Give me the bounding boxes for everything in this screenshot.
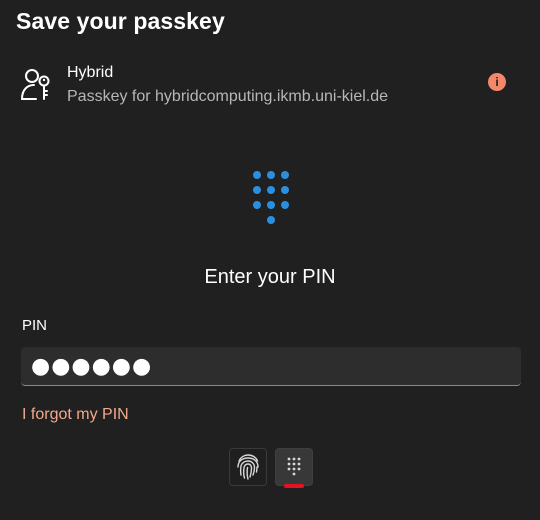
selected-option-indicator [284,484,304,488]
dialog-title: Save your passkey [16,8,225,34]
keypad-icon [253,171,289,224]
forgot-pin-link[interactable]: I forgot my PIN [22,406,129,424]
fingerprint-option-button[interactable] [229,448,267,486]
pin-option-button[interactable] [275,448,313,486]
pin-field-label: PIN [22,317,48,334]
fingerprint-icon [237,454,259,480]
account-description: Passkey for hybridcomputing.ikmb.uni-kie… [67,88,389,105]
pin-input[interactable]: ●●●●●● [21,347,521,386]
passkey-dialog: Save your passkey Hybrid Passkey for hyb… [0,0,540,520]
pin-keypad-icon [287,457,301,476]
pin-prompt-heading: Enter your PIN [204,266,336,288]
account-name: Hybrid [67,64,114,81]
passkey-icon [21,69,50,100]
info-icon[interactable]: i [488,73,506,91]
